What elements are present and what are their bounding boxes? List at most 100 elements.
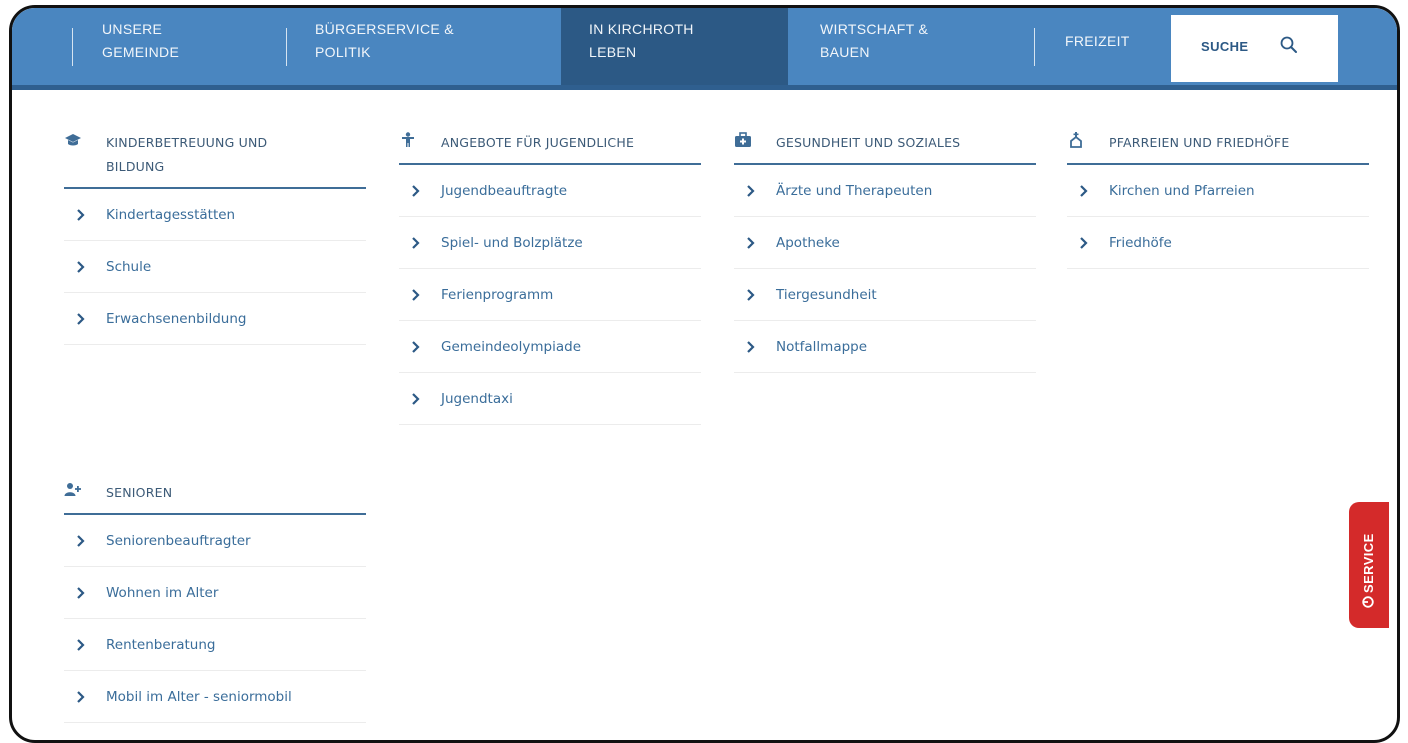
chevron-right-icon (412, 288, 420, 301)
menu-link-label: Jugendtaxi (441, 390, 513, 407)
church-icon (1070, 132, 1082, 148)
nav-label-line2: LEBEN (589, 44, 637, 60)
nav-label-line1: IN KIRCHROTH (589, 21, 694, 37)
chevron-right-icon (77, 534, 85, 547)
main-navigation: UNSERE GEMEINDE BÜRGERSERVICE & POLITIK … (12, 8, 1397, 90)
nav-item-freizeit[interactable]: FREIZEIT (1065, 8, 1155, 85)
nav-separator (1034, 28, 1035, 66)
nav-label-line1: BÜRGERSERVICE & (315, 21, 454, 37)
search-label: SUCHE (1201, 39, 1249, 54)
nav-item-buergerservice[interactable]: BÜRGERSERVICE & POLITIK (315, 8, 545, 85)
menu-link[interactable]: Schule (64, 241, 366, 293)
menu-link-label: Tiergesundheit (776, 286, 877, 303)
chevron-right-icon (412, 236, 420, 249)
menu-link[interactable]: Ferienprogramm (399, 269, 701, 321)
menu-link-label: Notfallmappe (776, 338, 868, 355)
nav-separator (286, 28, 287, 66)
chevron-right-icon (77, 638, 85, 651)
column-title: KINDERBETREUUNG UND (106, 135, 268, 150)
nav-item-wirtschaft-bauen[interactable]: WIRTSCHAFT & BAUEN (820, 8, 1020, 85)
chevron-right-icon (77, 260, 85, 273)
chevron-right-icon (77, 208, 85, 221)
column-title: GESUNDHEIT UND SOZIALES (776, 135, 961, 150)
menu-column-gesundheit: GESUNDHEIT UND SOZIALES Ärzte und Therap… (734, 131, 1036, 373)
nav-label-line2: POLITIK (315, 44, 371, 60)
menu-link[interactable]: Friedhöfe (1067, 217, 1369, 269)
menu-link[interactable]: Notfallmappe (734, 321, 1036, 373)
menu-link-label: Schule (106, 258, 152, 275)
chevron-right-icon (77, 586, 85, 599)
nav-item-in-kirchroth-leben[interactable]: IN KIRCHROTH LEBEN (561, 8, 788, 85)
search-button[interactable]: SUCHE (1171, 15, 1338, 82)
menu-link[interactable]: Kindertagesstätten (64, 189, 366, 241)
menu-link-label: Wohnen im Alter (106, 584, 219, 601)
menu-link-label: Friedhöfe (1109, 234, 1172, 251)
column-title: PFARREIEN UND FRIEDHÖFE (1109, 135, 1290, 150)
column-title: ANGEBOTE FÜR JUGENDLICHE (441, 135, 635, 150)
menu-link[interactable]: Gemeindeolympiade (399, 321, 701, 373)
menu-link-label: Rentenberatung (106, 636, 216, 653)
menu-link-label: Erwachsenenbildung (106, 310, 247, 327)
child-icon (402, 132, 414, 147)
menu-link-label: Apotheke (776, 234, 840, 251)
power-icon (1362, 596, 1374, 608)
menu-link-label: Gemeindeolympiade (441, 338, 582, 355)
chevron-right-icon (412, 184, 420, 197)
search-icon (1280, 36, 1297, 53)
chevron-right-icon (77, 312, 85, 325)
menu-link[interactable]: Ärzte und Therapeuten (734, 165, 1036, 217)
menu-link-label: Ferienprogramm (441, 286, 554, 303)
menu-link[interactable]: Kirchen und Pfarreien (1067, 165, 1369, 217)
menu-link[interactable]: Jugendtaxi (399, 373, 701, 425)
chevron-right-icon (1080, 184, 1088, 197)
user-plus-icon (64, 483, 81, 496)
chevron-right-icon (747, 184, 755, 197)
column-title: SENIOREN (106, 485, 173, 500)
menu-link-label: Kindertagesstätten (106, 206, 236, 223)
nav-separator (72, 28, 73, 66)
menu-column-senioren: SENIOREN Seniorenbeauftragter Wohnen im … (64, 481, 366, 723)
menu-link[interactable]: Jugendbeauftragte (399, 165, 701, 217)
browser-frame: UNSERE GEMEINDE BÜRGERSERVICE & POLITIK … (9, 5, 1400, 743)
chevron-right-icon (412, 392, 420, 405)
menu-column-pfarreien: PFARREIEN UND FRIEDHÖFE Kirchen und Pfar… (1067, 131, 1369, 269)
column-header[interactable]: KINDERBETREUUNG UND BILDUNG (64, 131, 366, 189)
nav-item-unsere-gemeinde[interactable]: UNSERE GEMEINDE (102, 8, 282, 85)
chevron-right-icon (747, 340, 755, 353)
column-header[interactable]: ANGEBOTE FÜR JUGENDLICHE (399, 131, 701, 165)
menu-column-jugend: ANGEBOTE FÜR JUGENDLICHE Jugendbeauftrag… (399, 131, 701, 425)
nav-label-line2: BAUEN (820, 44, 870, 60)
column-title: BILDUNG (106, 159, 165, 174)
menu-column-kinderbetreuung: KINDERBETREUUNG UND BILDUNG Kindertagess… (64, 131, 366, 345)
menu-link-label: Mobil im Alter - seniormobil (106, 688, 292, 705)
menu-link[interactable]: Spiel- und Bolzplätze (399, 217, 701, 269)
nav-label-line2: GEMEINDE (102, 44, 180, 60)
medical-kit-icon (735, 132, 751, 147)
chevron-right-icon (747, 236, 755, 249)
menu-link-label: Seniorenbeauftragter (106, 532, 251, 549)
nav-label-line1: UNSERE (102, 21, 163, 37)
menu-link[interactable]: Wohnen im Alter (64, 567, 366, 619)
service-tab-text: SERVICE (1361, 533, 1376, 593)
column-header[interactable]: SENIOREN (64, 481, 366, 515)
column-header[interactable]: PFARREIEN UND FRIEDHÖFE (1067, 131, 1369, 165)
chevron-right-icon (1080, 236, 1088, 249)
menu-link-label: Ärzte und Therapeuten (776, 182, 933, 199)
menu-link[interactable]: Apotheke (734, 217, 1036, 269)
column-header[interactable]: GESUNDHEIT UND SOZIALES (734, 131, 1036, 165)
menu-link-label: Kirchen und Pfarreien (1109, 182, 1255, 199)
menu-link[interactable]: Erwachsenenbildung (64, 293, 366, 345)
nav-label-line1: FREIZEIT (1065, 33, 1130, 49)
menu-link-label: Spiel- und Bolzplätze (441, 234, 583, 251)
graduation-cap-icon (65, 134, 81, 146)
service-tab-label: SERVICE (1361, 533, 1376, 608)
menu-link[interactable]: Rentenberatung (64, 619, 366, 671)
menu-link-label: Jugendbeauftragte (441, 182, 568, 199)
menu-link[interactable]: Tiergesundheit (734, 269, 1036, 321)
chevron-right-icon (77, 690, 85, 703)
nav-label-line1: WIRTSCHAFT & (820, 21, 929, 37)
menu-link[interactable]: Seniorenbeauftragter (64, 515, 366, 567)
service-tab-button[interactable]: SERVICE (1349, 502, 1389, 628)
chevron-right-icon (747, 288, 755, 301)
menu-link[interactable]: Mobil im Alter - seniormobil (64, 671, 366, 723)
